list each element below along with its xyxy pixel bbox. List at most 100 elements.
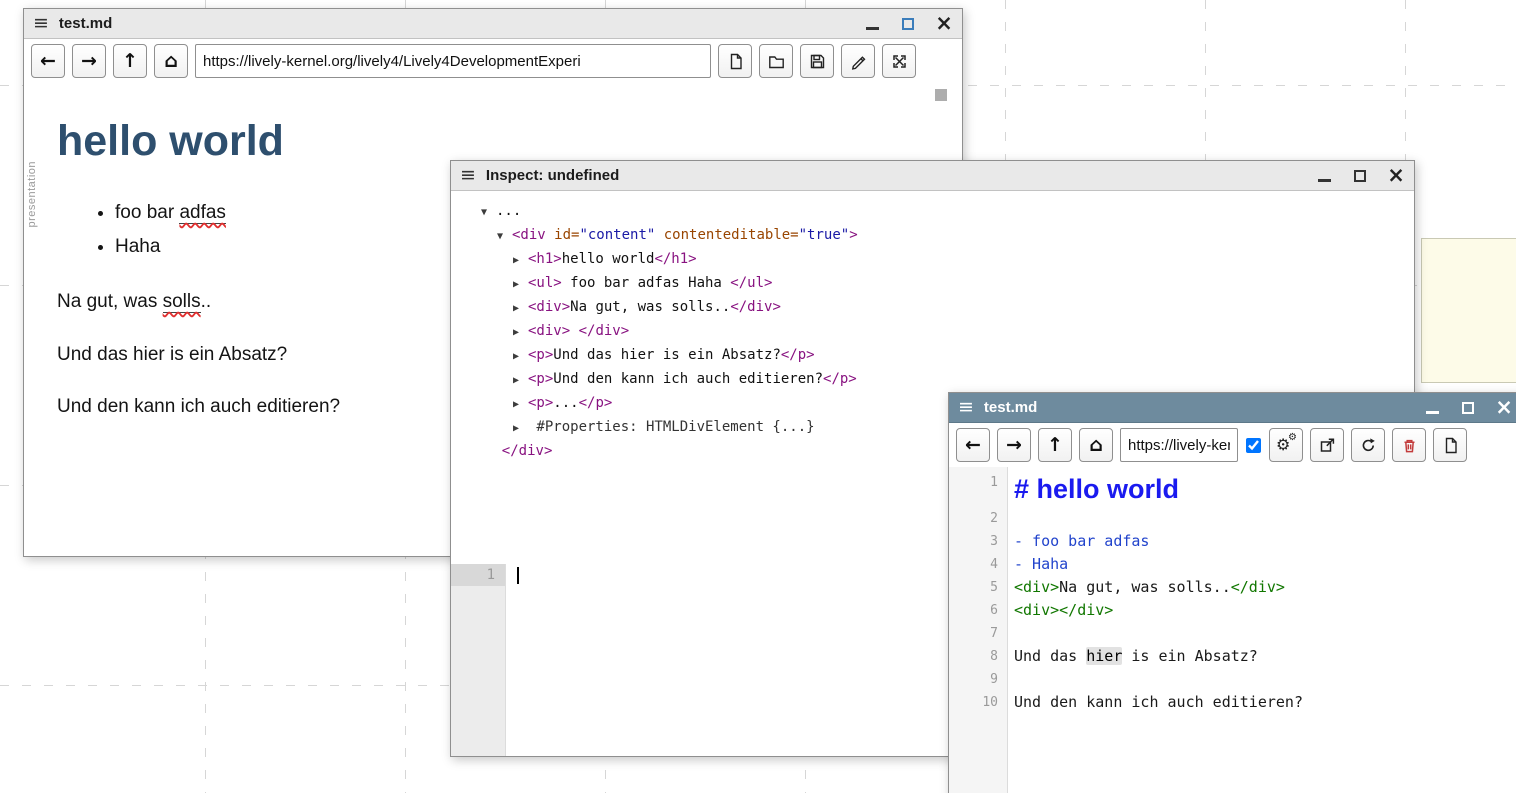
maximize-button[interactable] — [1459, 399, 1477, 417]
paragraph-text: Na gut, was — [57, 291, 163, 312]
yellow-morph — [1421, 238, 1516, 383]
editor-line[interactable]: 6<div></div> — [949, 599, 1516, 622]
settings-button[interactable]: ⚙⚙ — [1269, 428, 1303, 462]
disclosure-triangle-icon[interactable]: ▶ — [513, 250, 528, 272]
open-external-button[interactable] — [1310, 428, 1344, 462]
disclosure-triangle-icon[interactable]: ▶ — [513, 418, 528, 440]
disclosure-triangle-icon[interactable]: ▶ — [513, 322, 528, 344]
refresh-icon — [1359, 436, 1378, 455]
close-button[interactable]: × — [1387, 167, 1405, 185]
code-token: </p> — [781, 347, 815, 363]
inspector-line[interactable]: ▶<h1>hello world</h1> — [481, 248, 1404, 272]
close-button[interactable]: × — [935, 15, 953, 33]
line-number: 6 — [949, 599, 1007, 622]
line-number: 1 — [451, 564, 505, 586]
disclosure-triangle-icon[interactable]: ▶ — [513, 298, 528, 320]
external-link-icon — [1318, 436, 1337, 455]
menu-icon[interactable]: ≡ — [33, 14, 49, 33]
editor-line[interactable]: 10Und den kann ich auch editieren? — [949, 691, 1516, 714]
list-item-text: Haha — [115, 236, 160, 257]
maximize-button[interactable] — [899, 15, 917, 33]
save-icon — [808, 52, 827, 71]
inspector-line[interactable]: ▼<div id="content" contenteditable="true… — [481, 224, 1404, 248]
inspector-line[interactable]: ▶<p>Und den kann ich auch editieren?</p> — [481, 368, 1404, 392]
misspelled-word: solls — [163, 291, 201, 313]
code-token: Na gut, was solls.. — [1059, 578, 1231, 596]
disclosure-triangle-icon[interactable]: ▶ — [513, 370, 528, 392]
expand-button[interactable] — [882, 44, 916, 78]
markdown-source-editor[interactable]: 1# hello world23- foo bar adfas4- Haha5<… — [949, 467, 1516, 793]
line-number: 2 — [949, 507, 1007, 530]
line-number: 1 — [949, 471, 1007, 494]
up-button[interactable]: ↑ — [113, 44, 147, 78]
code-token: <h1> — [528, 251, 562, 267]
line-number: 4 — [949, 553, 1007, 576]
minimize-button[interactable] — [1315, 167, 1333, 185]
maximize-button[interactable] — [1351, 167, 1369, 185]
refresh-button[interactable] — [1351, 428, 1385, 462]
disclosure-triangle-icon[interactable]: ▶ — [513, 274, 528, 296]
back-button[interactable]: ← — [31, 44, 65, 78]
code-token: <ul> — [528, 275, 562, 291]
minimize-button[interactable] — [863, 15, 881, 33]
save-button[interactable] — [800, 44, 834, 78]
scroll-handle[interactable] — [935, 89, 947, 101]
editor-line[interactable]: 1# hello world — [949, 471, 1516, 507]
trash-icon — [1400, 436, 1419, 455]
misspelled-word: adfas — [179, 202, 225, 224]
code-token: <div> — [528, 299, 570, 315]
editor-line[interactable]: 5<div>Na gut, was solls..</div> — [949, 576, 1516, 599]
menu-icon[interactable]: ≡ — [958, 398, 974, 417]
disclosure-triangle-icon[interactable]: ▼ — [481, 202, 496, 224]
titlebar[interactable]: ≡ test.md × — [24, 9, 962, 39]
titlebar[interactable]: ≡ test.md × — [949, 393, 1516, 423]
code-line: Und das hier is ein Absatz? — [1007, 645, 1516, 668]
up-icon: ↑ — [122, 52, 138, 71]
inspector-line[interactable]: ▼... — [481, 200, 1404, 224]
url-input[interactable] — [1120, 428, 1238, 462]
forward-button[interactable]: → — [72, 44, 106, 78]
auto-update-checkbox[interactable] — [1246, 438, 1261, 453]
editor-line[interactable]: 3- foo bar adfas — [949, 530, 1516, 553]
code-token: </div> — [579, 323, 630, 339]
code-token: </p> — [579, 395, 613, 411]
editor-line[interactable]: 2 — [949, 507, 1516, 530]
minimize-button[interactable] — [1423, 399, 1441, 417]
back-button[interactable]: ← — [956, 428, 990, 462]
disclosure-triangle-icon[interactable]: ▼ — [497, 226, 512, 248]
url-input[interactable] — [195, 44, 711, 78]
edit-button[interactable] — [841, 44, 875, 78]
code-token: #Properties: HTMLDivElement {...} — [528, 419, 815, 435]
inspector-line[interactable]: ▶<ul> foo bar adfas Haha </ul> — [481, 272, 1404, 296]
inspector-line[interactable]: ▶<div> </div> — [481, 320, 1404, 344]
minimize-icon — [1318, 179, 1331, 182]
code-line: - foo bar adfas — [1007, 530, 1516, 553]
close-icon: × — [935, 13, 953, 34]
delete-button[interactable] — [1392, 428, 1426, 462]
disclosure-triangle-icon[interactable]: ▶ — [513, 394, 528, 416]
up-button[interactable]: ↑ — [1038, 428, 1072, 462]
home-button[interactable]: ⌂ — [154, 44, 188, 78]
inspector-line[interactable]: ▶<div>Na gut, was solls..</div> — [481, 296, 1404, 320]
code-token: > — [849, 227, 857, 243]
home-button[interactable]: ⌂ — [1079, 428, 1113, 462]
editor-line[interactable]: 4- Haha — [949, 553, 1516, 576]
close-button[interactable]: × — [1495, 399, 1513, 417]
editor-line[interactable]: 7 — [949, 622, 1516, 645]
editor-line[interactable]: 9 — [949, 668, 1516, 691]
editor-line[interactable]: 8Und das hier is ein Absatz? — [949, 645, 1516, 668]
inspector-line[interactable]: ▶<p>Und das hier is ein Absatz?</p> — [481, 344, 1404, 368]
folder-icon — [767, 52, 786, 71]
presentation-label: presentation — [26, 161, 38, 228]
titlebar[interactable]: ≡ Inspect: undefined × — [451, 161, 1414, 191]
code-token: hier — [1086, 647, 1122, 665]
forward-button[interactable]: → — [997, 428, 1031, 462]
page-heading: hello world — [57, 117, 922, 166]
misspelled-word-text: solls — [163, 291, 201, 313]
new-file-button[interactable] — [718, 44, 752, 78]
folder-button[interactable] — [759, 44, 793, 78]
menu-icon[interactable]: ≡ — [460, 166, 476, 185]
disclosure-triangle-icon[interactable]: ▶ — [513, 346, 528, 368]
line-number: 5 — [949, 576, 1007, 599]
new-file-button[interactable] — [1433, 428, 1467, 462]
